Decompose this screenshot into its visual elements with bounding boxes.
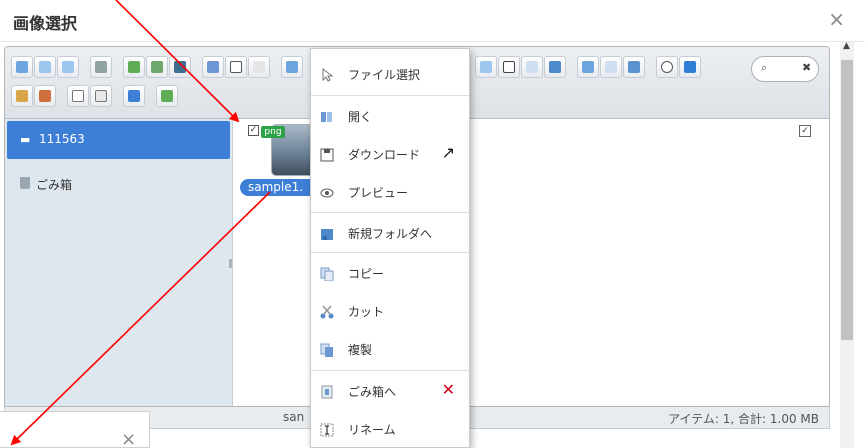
home-icon[interactable] [123,56,145,78]
menu-separator [311,252,469,253]
eye-icon [320,188,334,198]
dialog-header: 画像選択 × [0,0,865,42]
extract-icon[interactable] [90,85,112,107]
secondary-dialog: × [0,411,150,448]
menu-item-select-file[interactable]: ファイル選択 [311,55,469,93]
file-checkbox[interactable]: ✓ [248,125,259,136]
rename-cursor-icon [320,423,334,437]
context-menu: ファイル選択 開く ダウンロード ↗ プレビュー 新規フォルダへ コピー カット… [310,48,470,448]
sort-icon[interactable] [623,56,645,78]
help-icon[interactable] [123,85,145,107]
status-summary: アイテム: 1, 合計: 1.00 MB [668,412,819,426]
secondary-dialog-close-button[interactable]: × [121,429,136,448]
external-arrow-icon: ↗ [441,143,455,162]
sidebar-item-label: ごみ箱 [36,178,73,192]
menu-item-preview[interactable]: プレビュー [311,173,469,211]
menu-item-copy[interactable]: コピー [311,254,469,292]
menu-item-new-folder[interactable]: 新規フォルダへ [311,214,469,252]
copy-icon[interactable] [475,56,497,78]
back-icon[interactable] [11,56,33,78]
clear-search-icon[interactable]: ✖ [802,61,811,74]
delete-x-icon: ✕ [441,380,455,399]
forward-icon[interactable] [34,56,56,78]
dialog-close-button[interactable]: × [828,9,845,29]
menu-item-trash[interactable]: ごみ箱へ ✕ [311,372,469,410]
select-icon[interactable] [225,56,247,78]
copy-icon [320,267,334,281]
menu-item-cut[interactable]: カット [311,292,469,330]
fullscreen-icon[interactable] [156,85,178,107]
save-icon[interactable] [146,56,168,78]
dialog-title: 画像選択 [13,14,78,33]
view-icons-icon[interactable] [577,56,599,78]
view-list-icon[interactable] [600,56,622,78]
menu-item-duplicate[interactable]: 複製 [311,330,469,368]
select-all-checkbox[interactable]: ✓ [799,125,811,137]
volume-icon: ▬ [20,133,31,146]
archive-icon[interactable] [67,85,89,107]
rename-icon[interactable] [11,85,33,107]
search-input[interactable]: ⌕ ✖ [751,56,819,82]
search-icon: ⌕ [761,61,768,74]
sidebar-item-volume[interactable]: ▬ 111563 [7,121,230,159]
trash-icon [20,177,30,189]
preview-eye-icon[interactable] [656,56,678,78]
cut-icon[interactable] [498,56,520,78]
undo-icon[interactable] [281,56,303,78]
duplicate-icon [320,343,333,357]
sidebar-item-label: 111563 [39,132,85,146]
resize-icon[interactable] [544,56,566,78]
menu-item-download[interactable]: ダウンロード ↗ [311,135,469,173]
scroll-up-icon[interactable]: ▲ [843,41,850,51]
save-disk-icon [320,148,334,162]
open-book-icon [321,112,332,122]
status-path: san [283,410,305,424]
trash-bin-icon [321,385,333,399]
menu-item-rename[interactable]: リネーム [311,410,469,447]
reload-icon[interactable] [90,56,112,78]
scissors-icon [320,305,334,319]
open-icon[interactable] [169,56,191,78]
cursor-icon[interactable] [248,56,270,78]
getfile-icon[interactable] [202,56,224,78]
pane-resize-handle[interactable] [229,259,232,268]
menu-separator [311,95,469,96]
paste-icon[interactable] [521,56,543,78]
up-icon[interactable] [57,56,79,78]
cursor-select-icon [322,68,334,82]
menu-separator [311,370,469,371]
menu-separator [311,212,469,213]
edit-icon[interactable] [34,85,56,107]
sidebar-item-trash[interactable]: ごみ箱 [7,173,230,197]
new-folder-icon [321,229,333,240]
file-type-badge: png [261,126,285,138]
menu-item-open[interactable]: 開く [311,97,469,135]
info-icon[interactable] [679,56,701,78]
navbar-tree: ▬ 111563 ごみ箱 [5,119,233,406]
dialog-scrollbar-thumb[interactable] [841,60,853,340]
